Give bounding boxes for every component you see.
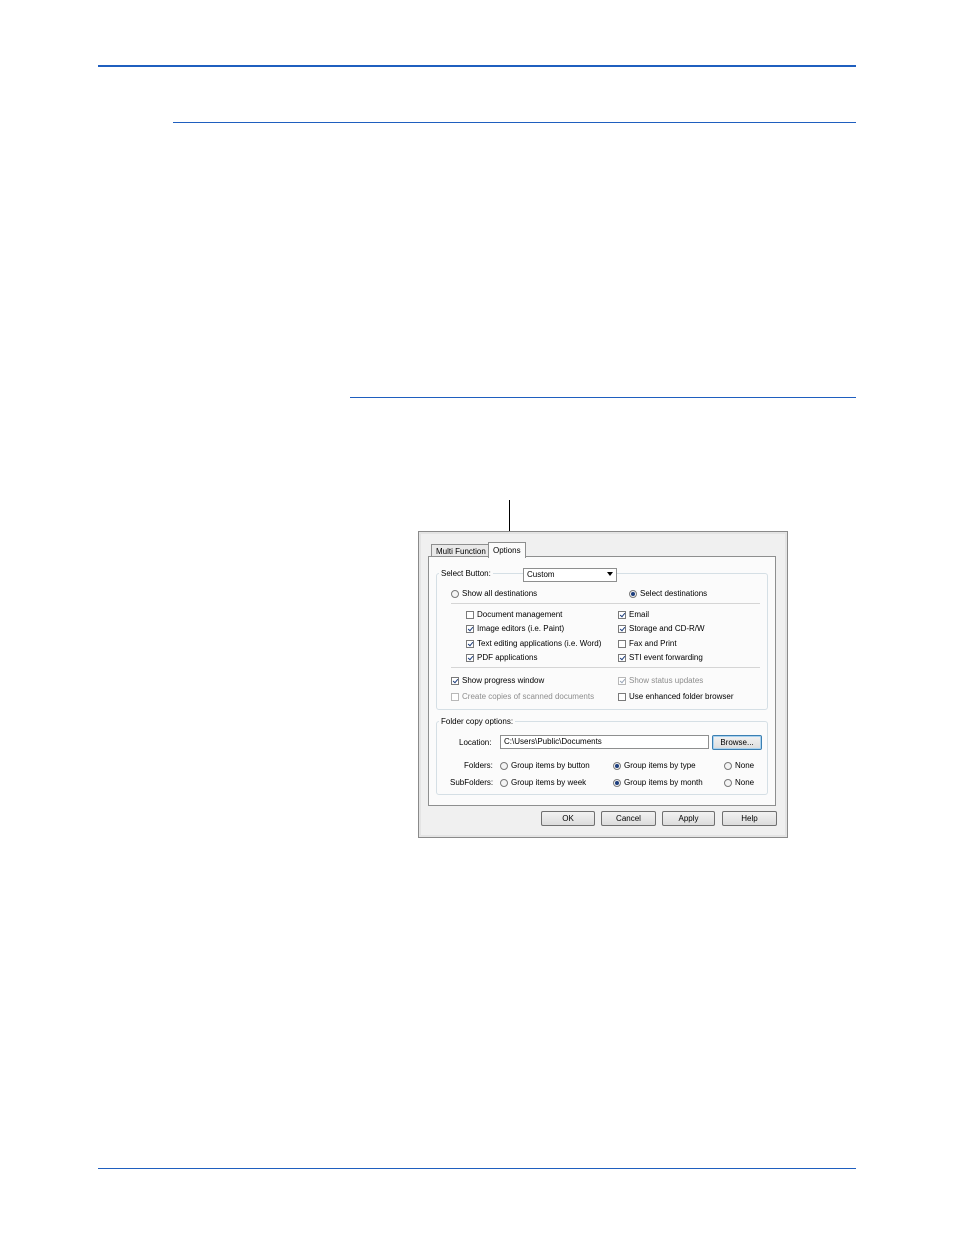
folders-group-by-type-radio[interactable]	[613, 762, 621, 770]
options-panel: Select Button: Custom Show all destinati…	[428, 556, 776, 806]
folder-copy-legend: Folder copy options:	[439, 717, 516, 726]
location-value: C:\Users\Public\Documents	[504, 737, 602, 746]
pdf-applications-label: PDF applications	[477, 653, 538, 662]
create-copies-label: Create copies of scanned documents	[462, 692, 595, 701]
fax-print-checkbox[interactable]	[618, 640, 626, 648]
subfolders-group-by-month-radio[interactable]	[613, 779, 621, 787]
folders-group-by-button-label: Group items by button	[511, 761, 590, 770]
storage-cdrw-checkbox[interactable]	[618, 625, 626, 633]
header-rule	[98, 65, 856, 67]
select-destinations-label: Select destinations	[640, 589, 708, 598]
chevron-down-icon	[607, 572, 613, 576]
text-editing-checkbox[interactable]	[466, 640, 474, 648]
document-management-checkbox[interactable]	[466, 611, 474, 619]
email-checkbox[interactable]	[618, 611, 626, 619]
tab-options[interactable]: Options	[488, 542, 526, 558]
image-editors-label: Image editors (i.e. Paint)	[477, 624, 565, 633]
options-dialog: Multi Function Options Select Button: Cu…	[418, 531, 788, 838]
enhanced-folder-browser-label: Use enhanced folder browser	[629, 692, 734, 701]
subfolders-none-label: None	[735, 778, 755, 787]
fax-print-label: Fax and Print	[629, 639, 677, 648]
section-rule-2	[350, 397, 856, 398]
help-button[interactable]: Help	[722, 811, 777, 826]
footer-rule	[98, 1168, 856, 1169]
divider	[451, 603, 760, 604]
ok-button[interactable]: OK	[541, 811, 595, 826]
select-button-value: Custom	[527, 570, 555, 579]
subfolders-group-by-month-label: Group items by month	[624, 778, 703, 787]
pdf-applications-checkbox[interactable]	[466, 654, 474, 662]
folders-none-label: None	[735, 761, 755, 770]
apply-button[interactable]: Apply	[662, 811, 715, 826]
sti-event-forwarding-label: STI event forwarding	[629, 653, 703, 662]
image-editors-checkbox[interactable]	[466, 625, 474, 633]
storage-cdrw-label: Storage and CD-R/W	[629, 624, 705, 633]
text-editing-label: Text editing applications (i.e. Word)	[477, 639, 602, 648]
select-button-label: Select Button:	[439, 569, 493, 578]
subfolders-label: SubFolders:	[450, 778, 494, 787]
select-destinations-radio[interactable]	[629, 590, 637, 598]
browse-button[interactable]: Browse...	[712, 735, 762, 750]
divider	[451, 667, 760, 668]
document-management-label: Document management	[477, 610, 563, 619]
email-label: Email	[629, 610, 650, 619]
sti-event-forwarding-checkbox[interactable]	[618, 654, 626, 662]
create-copies-checkbox[interactable]	[451, 693, 459, 701]
location-label: Location:	[459, 738, 492, 747]
show-status-updates-checkbox[interactable]	[618, 677, 626, 685]
show-progress-window-checkbox[interactable]	[451, 677, 459, 685]
show-all-destinations-radio[interactable]	[451, 590, 459, 598]
subfolders-none-radio[interactable]	[724, 779, 732, 787]
select-button-dropdown[interactable]: Custom	[523, 568, 617, 582]
subfolders-group-by-week-radio[interactable]	[500, 779, 508, 787]
show-all-destinations-label: Show all destinations	[462, 589, 538, 598]
cancel-button[interactable]: Cancel	[601, 811, 656, 826]
show-progress-window-label: Show progress window	[462, 676, 545, 685]
subfolders-group-by-week-label: Group items by week	[511, 778, 587, 787]
show-status-updates-label: Show status updates	[629, 676, 704, 685]
folders-group-by-button-radio[interactable]	[500, 762, 508, 770]
folders-group-by-type-label: Group items by type	[624, 761, 696, 770]
enhanced-folder-browser-checkbox[interactable]	[618, 693, 626, 701]
folders-label: Folders:	[464, 761, 493, 770]
location-input[interactable]: C:\Users\Public\Documents	[500, 735, 709, 749]
section-rule-1	[173, 122, 856, 123]
folders-none-radio[interactable]	[724, 762, 732, 770]
